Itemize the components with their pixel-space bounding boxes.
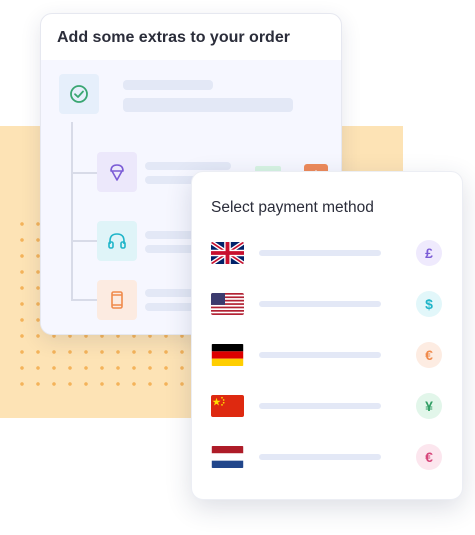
phone-item-icon-box[interactable] <box>97 280 137 320</box>
phone-icon <box>111 291 123 309</box>
payment-placeholder-line <box>259 301 381 307</box>
placeholder-line <box>123 80 213 90</box>
tree-branch <box>71 299 97 301</box>
tree-branch <box>71 240 97 242</box>
check-circle-icon <box>70 85 88 103</box>
pound-currency-icon: £ <box>416 240 442 266</box>
euro-currency-icon: € <box>416 444 442 470</box>
payment-method-row[interactable]: € <box>192 444 464 472</box>
placeholder-line <box>123 98 293 112</box>
extras-title: Add some extras to your order <box>57 29 290 46</box>
yuan-currency-icon: ¥ <box>416 393 442 419</box>
headphones-item-icon-box[interactable] <box>97 221 137 261</box>
payment-method-row[interactable]: £ <box>192 240 464 268</box>
tree-connector <box>71 122 73 300</box>
headphones-icon <box>108 233 126 249</box>
payment-method-row[interactable]: $ <box>192 291 464 319</box>
tree-branch <box>71 172 97 174</box>
payment-placeholder-line <box>259 250 381 256</box>
us-flag-icon <box>211 293 244 315</box>
dollar-currency-icon: $ <box>416 291 442 317</box>
placeholder-line <box>145 162 231 170</box>
china-flag-icon <box>211 395 244 417</box>
euro-currency-icon: € <box>416 342 442 368</box>
ice-cream-item-icon-box[interactable] <box>97 152 137 192</box>
payment-method-row[interactable]: ¥ <box>192 393 464 421</box>
check-item-icon-box[interactable] <box>59 74 99 114</box>
payment-title: Select payment method <box>211 199 374 216</box>
netherlands-flag-icon <box>211 446 244 468</box>
ice-cream-icon <box>110 164 124 181</box>
payment-placeholder-line <box>259 352 381 358</box>
payment-placeholder-line <box>259 403 381 409</box>
payment-method-row[interactable]: € <box>192 342 464 370</box>
payment-placeholder-line <box>259 454 381 460</box>
germany-flag-icon <box>211 344 244 366</box>
uk-flag-icon <box>211 242 244 264</box>
payment-card: Select payment method £ $ € ¥ € <box>191 171 463 500</box>
